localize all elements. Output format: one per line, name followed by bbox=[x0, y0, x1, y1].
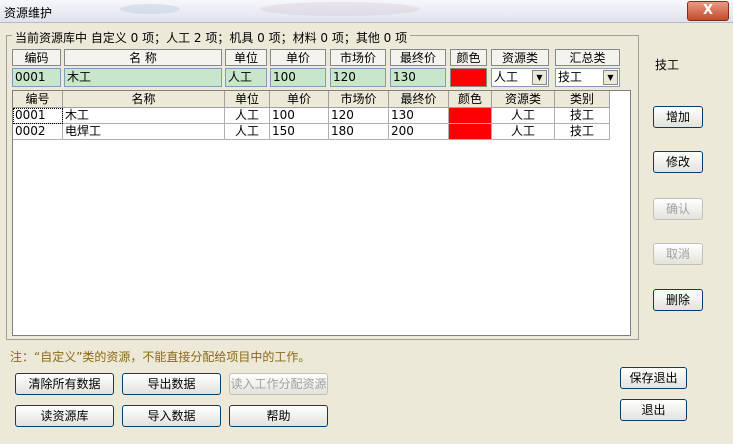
table-row-cell-category[interactable]: 技工 bbox=[555, 124, 610, 140]
clear-all-button[interactable]: 清除所有数据 bbox=[15, 373, 114, 395]
col-header-rtype[interactable]: 资源类 bbox=[492, 91, 555, 108]
form-header-unit: 单位 bbox=[225, 49, 267, 66]
col-header-unit[interactable]: 单位 bbox=[225, 91, 270, 108]
table-row-cell-unit[interactable]: 人工 bbox=[225, 124, 270, 140]
side-category-label: 技工 bbox=[655, 58, 680, 72]
color-picker[interactable] bbox=[450, 68, 487, 87]
table-row-cell-rtype[interactable]: 人工 bbox=[492, 124, 555, 140]
table-row-cell-unit[interactable]: 人工 bbox=[225, 108, 270, 124]
form-header-summary-type: 汇总类 bbox=[555, 49, 620, 66]
table-row-cell-price[interactable]: 150 bbox=[270, 124, 329, 140]
resource-type-select[interactable]: 人工 ▼ bbox=[491, 68, 549, 87]
table-row-cell-final[interactable]: 200 bbox=[389, 124, 449, 140]
exit-button[interactable]: 退出 bbox=[620, 399, 687, 421]
table-row-cell-category[interactable]: 技工 bbox=[555, 108, 610, 124]
table-row-cell-name[interactable]: 木工 bbox=[63, 108, 225, 124]
form-header-market-price: 市场价 bbox=[330, 49, 386, 66]
note-text: 注：“自定义”类的资源，不能直接分配给项目中的工作。 bbox=[10, 350, 311, 364]
table-row-cell-color[interactable] bbox=[449, 124, 492, 140]
table-row-cell-rtype[interactable]: 人工 bbox=[492, 108, 555, 124]
form-header-name: 名 称 bbox=[64, 49, 222, 66]
group-title: 当前资源库中 自定义 0 项；人工 2 项；机具 0 项；材料 0 项；其他 0… bbox=[12, 29, 411, 46]
save-exit-button[interactable]: 保存退出 bbox=[620, 367, 687, 389]
col-header-final[interactable]: 最终价 bbox=[389, 91, 449, 108]
resource-table[interactable]: 编号 名称 单位 单价 市场价 最终价 颜色 资源类 类别 0001 木工 人工… bbox=[12, 90, 631, 336]
code-input[interactable]: 0001 bbox=[12, 68, 61, 87]
col-header-category[interactable]: 类别 bbox=[555, 91, 610, 108]
form-header-color: 颜色 bbox=[450, 49, 487, 66]
form-header-resource-type: 资源类 bbox=[491, 49, 549, 66]
name-input[interactable]: 木工 bbox=[64, 68, 222, 87]
dropdown-arrow-icon[interactable]: ▼ bbox=[532, 70, 547, 85]
table-row-cell-code[interactable]: 0001 bbox=[13, 108, 63, 124]
delete-button[interactable]: 删除 bbox=[653, 289, 703, 311]
table-row-cell-price[interactable]: 100 bbox=[270, 108, 329, 124]
col-header-color[interactable]: 颜色 bbox=[449, 91, 492, 108]
confirm-button[interactable]: 确认 bbox=[653, 198, 703, 220]
table-row-cell-final[interactable]: 130 bbox=[389, 108, 449, 124]
cancel-button[interactable]: 取消 bbox=[653, 243, 703, 265]
help-button[interactable]: 帮助 bbox=[229, 405, 328, 427]
import-assign-button[interactable]: 读入工作分配资源 bbox=[229, 373, 328, 395]
window-title: 资源维护 bbox=[4, 6, 53, 20]
unit-input[interactable]: 人工 bbox=[225, 68, 267, 87]
table-row-cell-market[interactable]: 120 bbox=[329, 108, 389, 124]
col-header-market[interactable]: 市场价 bbox=[329, 91, 389, 108]
titlebar-decoration-2 bbox=[260, 2, 420, 16]
dropdown-arrow-icon[interactable]: ▼ bbox=[603, 70, 618, 85]
col-header-price[interactable]: 单价 bbox=[270, 91, 329, 108]
table-row-cell-code[interactable]: 0002 bbox=[13, 124, 63, 140]
import-button[interactable]: 导入数据 bbox=[122, 405, 221, 427]
resource-type-value: 人工 bbox=[494, 70, 519, 84]
table-row-cell-name[interactable]: 电焊工 bbox=[63, 124, 225, 140]
form-header-final-price: 最终价 bbox=[390, 49, 446, 66]
add-button[interactable]: 增加 bbox=[653, 106, 703, 128]
table-row-cell-color[interactable] bbox=[449, 108, 492, 124]
title-bar: 资源维护 X bbox=[0, 0, 733, 23]
summary-type-select[interactable]: 技工 ▼ bbox=[555, 68, 620, 87]
close-button[interactable]: X bbox=[687, 1, 729, 21]
table-row-cell-market[interactable]: 180 bbox=[329, 124, 389, 140]
form-header-code: 编码 bbox=[12, 49, 61, 66]
price-input[interactable]: 100 bbox=[270, 68, 326, 87]
edit-button[interactable]: 修改 bbox=[653, 151, 703, 173]
col-header-code[interactable]: 编号 bbox=[13, 91, 63, 108]
form-header-price: 单价 bbox=[270, 49, 326, 66]
col-header-name[interactable]: 名称 bbox=[63, 91, 225, 108]
market-price-input[interactable]: 120 bbox=[330, 68, 386, 87]
export-button[interactable]: 导出数据 bbox=[122, 373, 221, 395]
final-price-input[interactable]: 130 bbox=[390, 68, 446, 87]
summary-type-value: 技工 bbox=[558, 70, 583, 84]
titlebar-decoration bbox=[120, 4, 180, 14]
read-library-button[interactable]: 读资源库 bbox=[15, 405, 114, 427]
